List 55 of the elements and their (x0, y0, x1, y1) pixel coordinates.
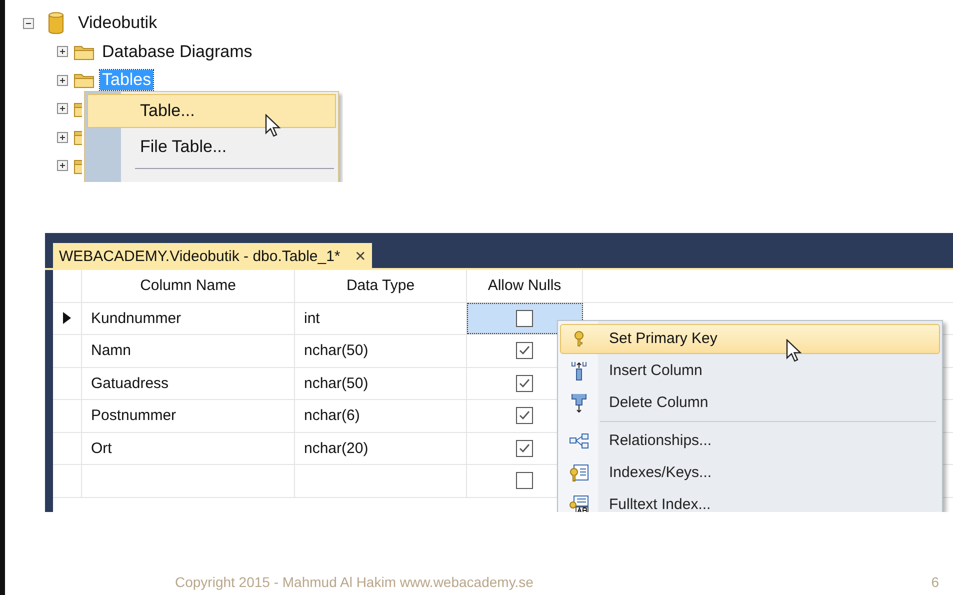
copyright-text: Copyright 2015 - Mahmud Al Hakim www.webacademy.se (175, 574, 534, 590)
menu-item[interactable]: Set Primary Key (560, 324, 940, 354)
insert-column-icon (571, 360, 587, 381)
expand-icon[interactable] (57, 132, 68, 143)
checkbox[interactable] (516, 472, 533, 490)
checkbox[interactable] (516, 374, 533, 392)
database-icon (48, 12, 64, 34)
collapse-icon[interactable] (23, 18, 34, 29)
folder-icon (74, 72, 94, 88)
key-icon (574, 330, 584, 347)
delete-column-icon (571, 392, 587, 413)
mouse-pointer-icon (265, 114, 281, 138)
expand-icon[interactable] (57, 46, 68, 58)
folder-icon (74, 129, 82, 146)
folder-icon (74, 100, 82, 117)
menu-item[interactable]: Insert Column (560, 356, 940, 386)
menu-item[interactable]: Indexes/Keys... (560, 458, 940, 488)
data-type-cell[interactable]: int (304, 310, 320, 327)
column-header[interactable]: Data Type (295, 270, 467, 302)
data-type-cell[interactable]: nchar(50) (304, 342, 368, 360)
menu-item[interactable]: Table... (87, 94, 336, 128)
menu-item[interactable]: Delete Column (560, 388, 940, 418)
column-header[interactable]: Column Name (82, 270, 295, 302)
document-tab[interactable]: WEBACADEMY.Videobutik - dbo.Table_1* ✕ (53, 242, 372, 270)
column-name-cell[interactable]: Ort (91, 440, 112, 457)
relationships-icon (569, 432, 589, 449)
fulltext-index-icon (569, 494, 589, 512)
folder-icon (74, 44, 94, 60)
data-type-cell[interactable]: nchar(20) (304, 440, 368, 457)
mouse-pointer-icon (786, 338, 802, 363)
column-name-cell[interactable]: Gatuadress (91, 374, 169, 392)
expand-icon[interactable] (57, 74, 68, 86)
checkbox[interactable] (516, 342, 533, 360)
data-type-cell[interactable]: nchar(50) (304, 374, 368, 392)
checkbox[interactable] (516, 407, 533, 424)
column-name-cell[interactable]: Namn (91, 342, 132, 360)
expand-icon[interactable] (57, 160, 68, 172)
column-header[interactable]: Allow Nulls (467, 270, 583, 302)
data-type-cell[interactable]: nchar(6) (304, 407, 360, 424)
column-name-cell[interactable]: Postnummer (91, 407, 176, 424)
tab-title: WEBACADEMY.Videobutik - dbo.Table_1* (59, 248, 340, 265)
tree-item[interactable]: Videobutik (76, 13, 160, 34)
expand-icon[interactable] (57, 103, 68, 114)
page-number: 6 (931, 574, 939, 590)
checkbox[interactable] (516, 310, 533, 327)
menu-item[interactable]: Relationships... (560, 426, 940, 456)
close-button[interactable]: ✕ (354, 248, 366, 264)
menu-item[interactable]: Fulltext Index... (560, 490, 940, 512)
menu-item[interactable]: File Table... (87, 130, 336, 164)
index-keys-icon (569, 464, 589, 482)
checkbox[interactable] (516, 440, 533, 457)
column-name-cell[interactable]: Kundnummer (91, 310, 182, 327)
current-row-icon (63, 312, 71, 324)
tree-item[interactable]: Database Diagrams (100, 42, 254, 62)
folder-icon (74, 158, 82, 174)
